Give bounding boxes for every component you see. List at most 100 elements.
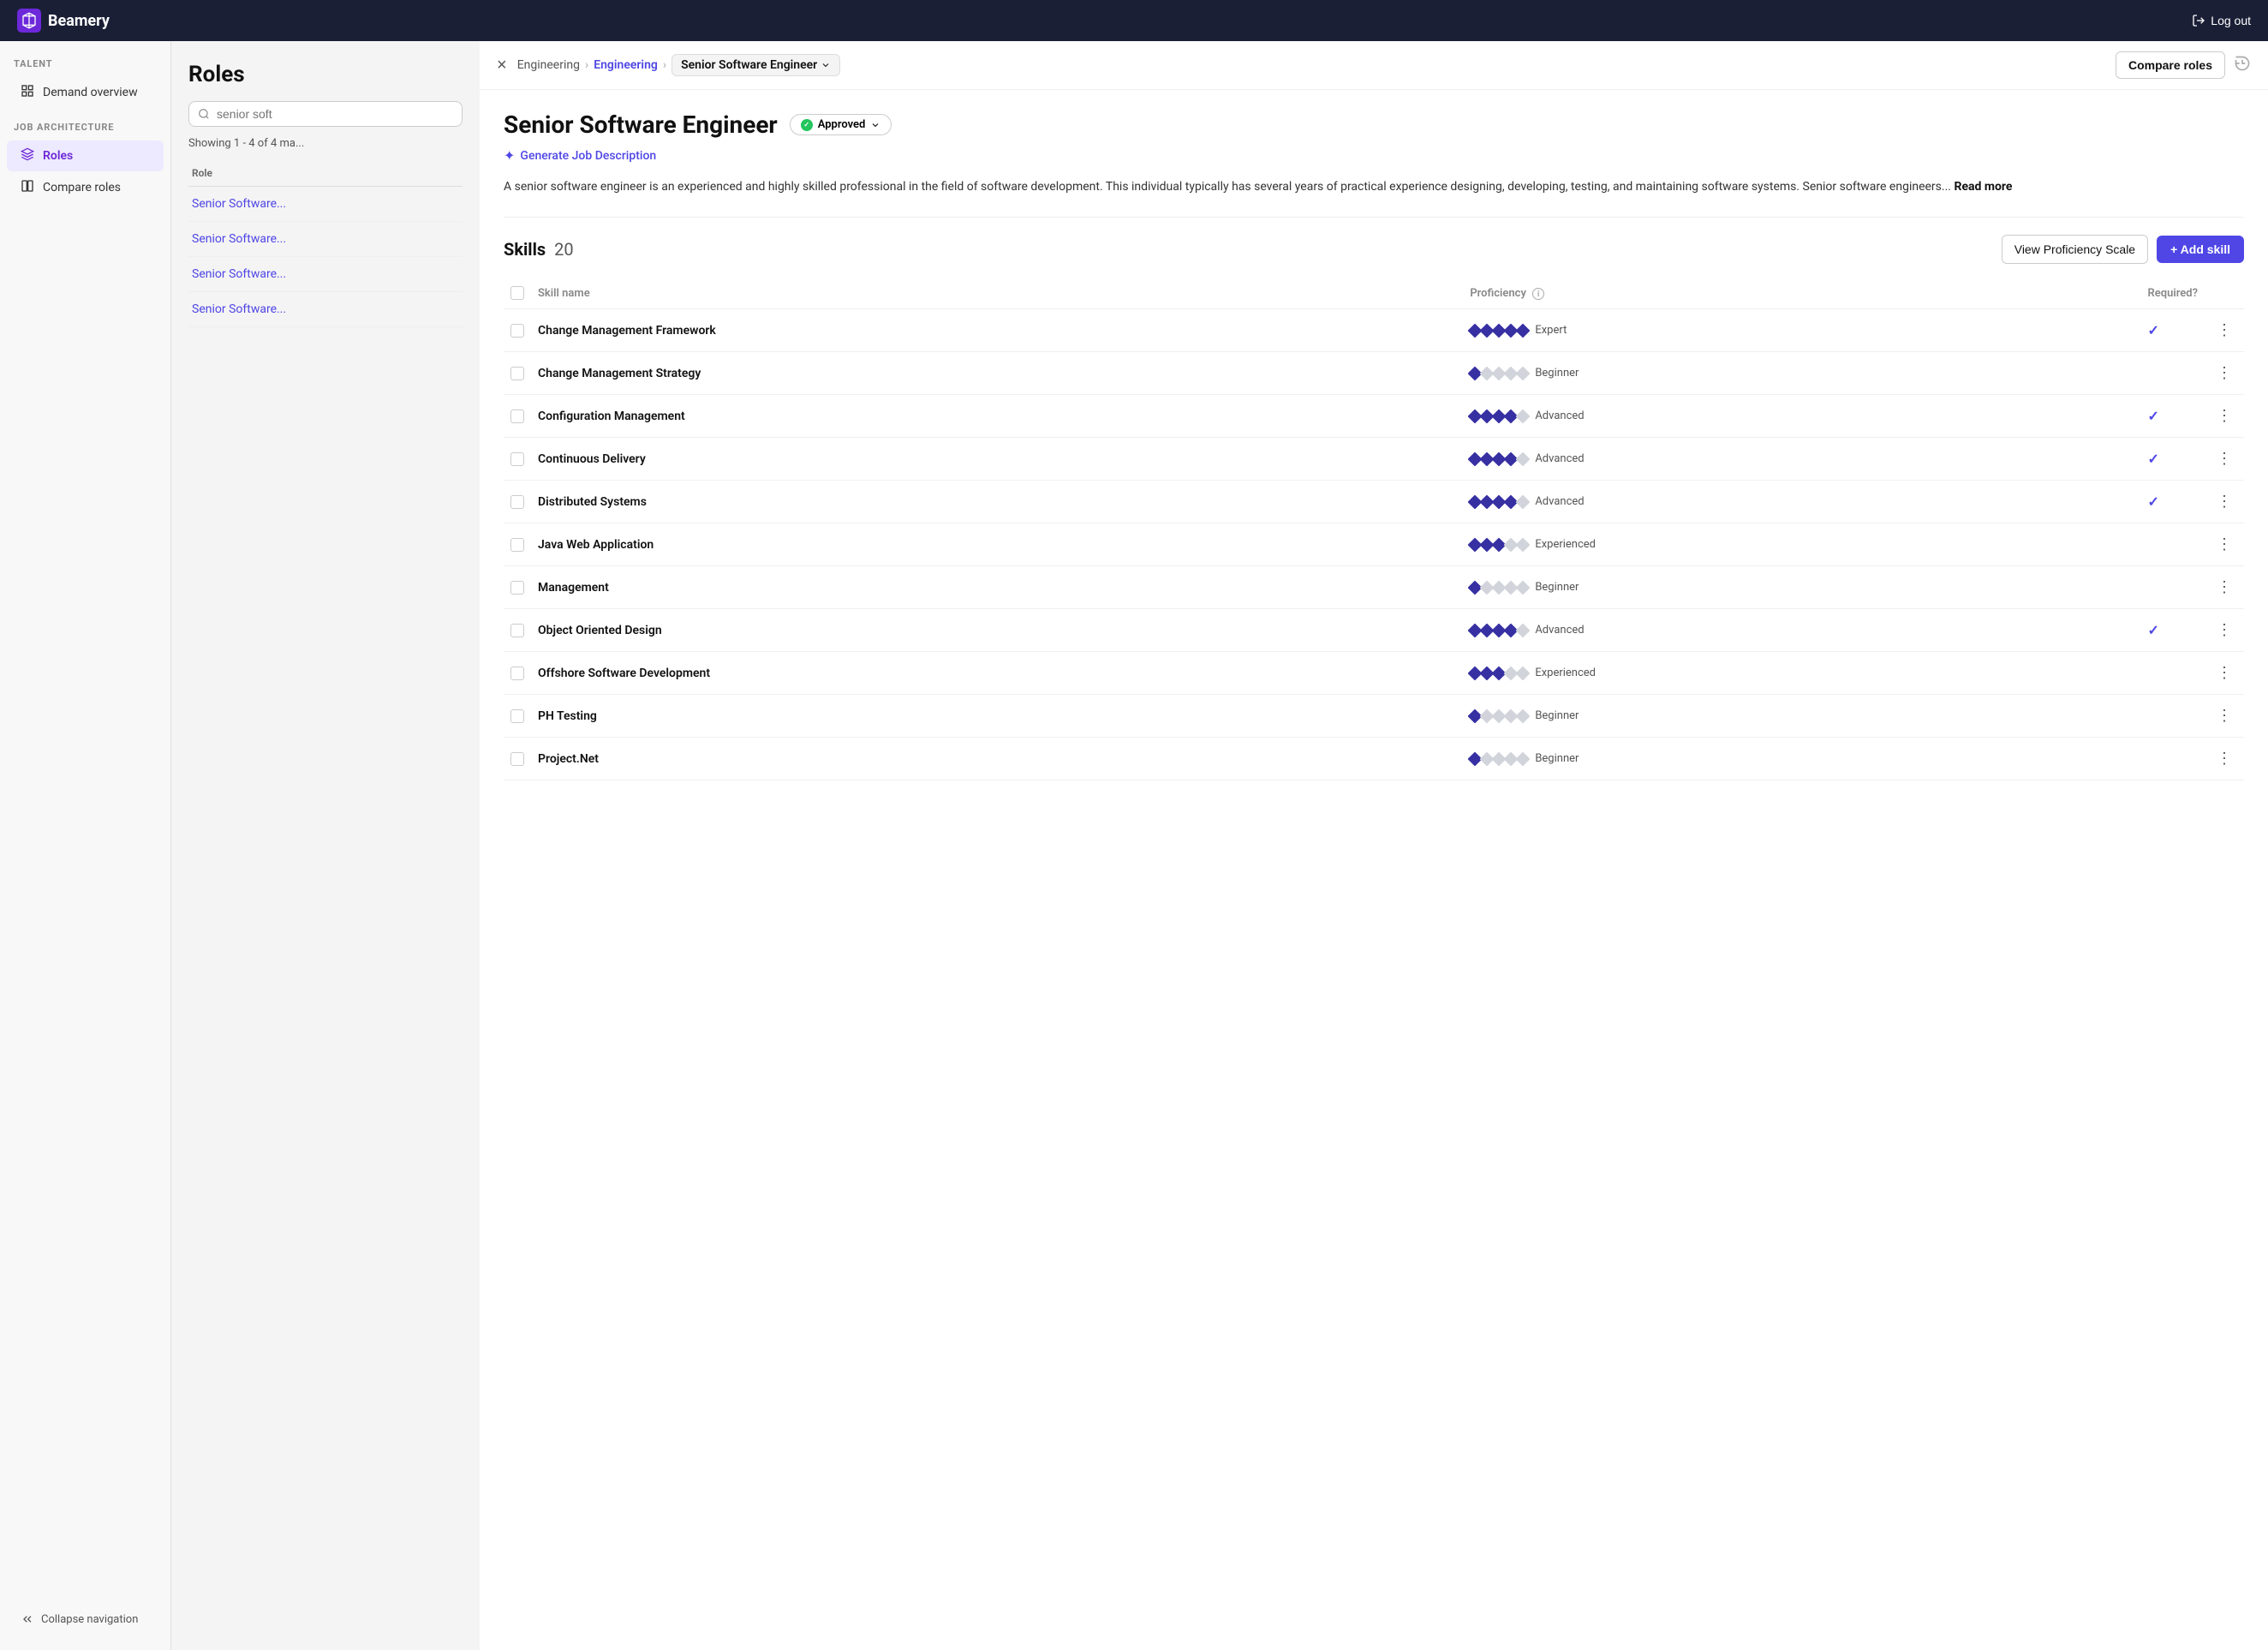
- skill-name: Object Oriented Design: [538, 624, 662, 637]
- more-options-button[interactable]: ⋮: [2211, 577, 2237, 598]
- proficiency-label: Expert: [1535, 324, 1567, 337]
- skill-name: Project.Net: [538, 752, 599, 766]
- proficiency-label: Advanced: [1535, 452, 1584, 465]
- row-checkbox[interactable]: [510, 538, 524, 552]
- logout-button[interactable]: Log out: [2192, 14, 2251, 27]
- status-dot: [801, 119, 813, 131]
- view-proficiency-button[interactable]: View Proficiency Scale: [2002, 235, 2148, 264]
- row-checkbox[interactable]: [510, 367, 524, 380]
- skills-table: Skill name Proficiency i Required?: [504, 278, 2244, 780]
- roles-panel-title: Roles: [188, 62, 463, 87]
- sidebar-item-demand-overview[interactable]: Demand overview: [7, 77, 164, 108]
- more-options-button[interactable]: ⋮: [2211, 748, 2237, 769]
- detail-content: Senior Software Engineer Approved ✦ Gene…: [480, 90, 2268, 801]
- more-options-button[interactable]: ⋮: [2211, 662, 2237, 684]
- breadcrumb-engineering1[interactable]: Engineering: [517, 58, 580, 72]
- logout-label: Log out: [2211, 14, 2251, 27]
- table-row: Change Management FrameworkExpert✓⋮: [504, 309, 2244, 352]
- history-icon[interactable]: [2234, 55, 2251, 76]
- read-more-link[interactable]: Read more: [1954, 180, 2012, 194]
- compare-roles-icon: [21, 179, 34, 196]
- proficiency-diamond: [1516, 494, 1531, 509]
- row-checkbox[interactable]: [510, 495, 524, 509]
- sidebar-item-compare-roles[interactable]: Compare roles: [7, 172, 164, 203]
- proficiency-header: Proficiency i: [1463, 278, 2140, 309]
- showing-text: Showing 1 - 4 of 4 ma...: [188, 137, 463, 150]
- breadcrumb-current-role[interactable]: Senior Software Engineer: [671, 54, 840, 76]
- proficiency-diamond: [1516, 666, 1531, 680]
- row-checkbox[interactable]: [510, 624, 524, 637]
- status-badge[interactable]: Approved: [790, 114, 892, 135]
- search-icon: [198, 108, 210, 120]
- roles-panel: Roles Showing 1 - 4 of 4 ma... Role Seni…: [171, 41, 480, 1650]
- generate-job-desc-button[interactable]: ✦ Generate Job Description: [504, 147, 2244, 164]
- detail-header-bar: × Engineering › Engineering › Senior Sof…: [480, 41, 2268, 90]
- close-button[interactable]: ×: [497, 56, 507, 75]
- table-row: Object Oriented DesignAdvanced✓⋮: [504, 609, 2244, 652]
- more-options-button[interactable]: ⋮: [2211, 619, 2237, 641]
- list-item[interactable]: Senior Software...: [188, 222, 463, 257]
- content-area: Roles Showing 1 - 4 of 4 ma... Role Seni…: [171, 41, 2268, 1650]
- more-options-button[interactable]: ⋮: [2211, 448, 2237, 469]
- proficiency-label: Experienced: [1535, 538, 1596, 551]
- required-header: Required?: [2141, 278, 2205, 309]
- proficiency-label: Advanced: [1535, 410, 1584, 422]
- table-row: ManagementBeginner⋮: [504, 566, 2244, 609]
- proficiency-diamond: [1516, 323, 1531, 338]
- collapse-nav-button[interactable]: Collapse navigation: [7, 1605, 164, 1633]
- sidebar-item-roles[interactable]: Roles: [7, 140, 164, 171]
- skills-header: Skills 20 View Proficiency Scale + Add s…: [504, 235, 2244, 264]
- select-all-checkbox[interactable]: [510, 286, 524, 300]
- proficiency-cell: Beginner: [1470, 367, 2134, 380]
- row-checkbox[interactable]: [510, 581, 524, 595]
- row-checkbox[interactable]: [510, 667, 524, 680]
- skill-name: Distributed Systems: [538, 495, 647, 509]
- required-check-icon: ✓: [2148, 451, 2159, 467]
- more-options-button[interactable]: ⋮: [2211, 491, 2237, 512]
- required-cell: ✓: [2141, 609, 2205, 652]
- brand-name: Beamery: [48, 12, 110, 30]
- roles-label: Roles: [43, 149, 73, 163]
- skill-name: Offshore Software Development: [538, 667, 710, 680]
- table-row: Configuration ManagementAdvanced✓⋮: [504, 395, 2244, 438]
- proficiency-info-icon[interactable]: i: [1532, 288, 1544, 300]
- more-options-button[interactable]: ⋮: [2211, 320, 2237, 341]
- more-options-button[interactable]: ⋮: [2211, 362, 2237, 384]
- row-checkbox[interactable]: [510, 410, 524, 423]
- proficiency-label: Beginner: [1535, 581, 1579, 594]
- roles-column-header: Role: [188, 160, 463, 187]
- skill-name: Configuration Management: [538, 410, 685, 423]
- table-row: Distributed SystemsAdvanced✓⋮: [504, 481, 2244, 523]
- row-checkbox[interactable]: [510, 452, 524, 466]
- search-input[interactable]: [217, 107, 453, 121]
- more-options-button[interactable]: ⋮: [2211, 534, 2237, 555]
- breadcrumb-dropdown-icon: [821, 60, 831, 70]
- proficiency-cell: Advanced: [1470, 452, 2134, 465]
- list-item[interactable]: Senior Software...: [188, 257, 463, 292]
- search-box[interactable]: [188, 101, 463, 127]
- proficiency-cell: Expert: [1470, 324, 2134, 337]
- list-item[interactable]: Senior Software...: [188, 292, 463, 327]
- table-row: Continuous DeliveryAdvanced✓⋮: [504, 438, 2244, 481]
- table-row: Project.NetBeginner⋮: [504, 738, 2244, 780]
- more-options-button[interactable]: ⋮: [2211, 705, 2237, 726]
- row-checkbox[interactable]: [510, 709, 524, 723]
- demand-overview-label: Demand overview: [43, 86, 138, 99]
- proficiency-diamond: [1516, 580, 1531, 595]
- compare-roles-button[interactable]: Compare roles: [2116, 51, 2225, 79]
- row-checkbox[interactable]: [510, 324, 524, 338]
- row-checkbox[interactable]: [510, 752, 524, 766]
- required-cell: ✓: [2141, 438, 2205, 481]
- list-item[interactable]: Senior Software...: [188, 187, 463, 222]
- more-options-button[interactable]: ⋮: [2211, 405, 2237, 427]
- proficiency-diamond: [1516, 537, 1531, 552]
- breadcrumb-engineering2[interactable]: Engineering: [594, 58, 658, 72]
- roles-list: Senior Software... Senior Software... Se…: [188, 187, 463, 327]
- description-text: A senior software engineer is an experie…: [504, 177, 2244, 196]
- proficiency-diamond: [1516, 623, 1531, 637]
- add-skill-button[interactable]: + Add skill: [2157, 236, 2244, 263]
- collapse-icon: [21, 1612, 34, 1626]
- proficiency-cell: Beginner: [1470, 581, 2134, 594]
- proficiency-diamond: [1516, 409, 1531, 423]
- job-arch-label: JOB ARCHITECTURE: [0, 122, 170, 140]
